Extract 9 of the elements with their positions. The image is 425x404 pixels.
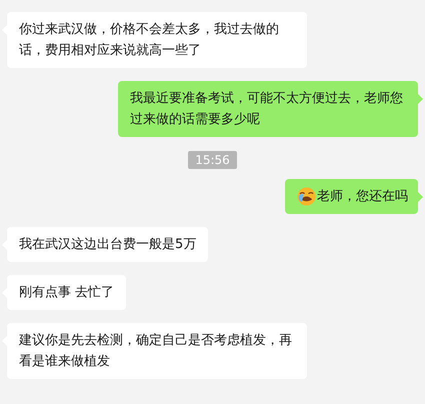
- message-bubble: 建议你是先去检测，确定自己是否考虑植发，再看是谁来做植发: [7, 323, 307, 379]
- timestamp: 15:56: [188, 151, 237, 169]
- message-bubble: 刚有点事 去忙了: [7, 275, 126, 310]
- message-bubble: 你过来武汉做，价格不会差太多，我过去做的话，费用相对应来说就高一些了: [7, 12, 307, 68]
- bubble-tail: [418, 94, 423, 104]
- message-bubble: 老师，您还在吗: [285, 179, 418, 214]
- message-bubble: 我最近要准备考试，可能不太方便过去，老师您过来做的话需要多少呢: [118, 81, 418, 137]
- bubble-tail: [418, 192, 423, 202]
- message-bubble: 我在武汉这边出台费一般是5万: [7, 227, 208, 262]
